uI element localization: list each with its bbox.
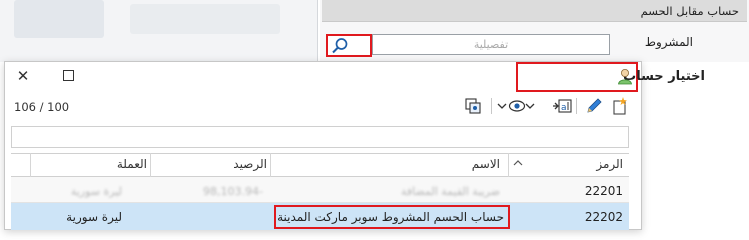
condition-input[interactable]: تفصيلية xyxy=(372,34,610,55)
dialog-title: اختيار حساب xyxy=(623,69,705,84)
section-header: حساب مقابل الحسم xyxy=(322,0,747,22)
cell-code: 22202 xyxy=(584,210,623,224)
view-icon[interactable] xyxy=(507,96,527,116)
background-blurred-block xyxy=(130,4,280,34)
cell-currency: ليرة سورية xyxy=(70,185,122,198)
background-blurred-block xyxy=(14,0,104,38)
cell-currency: ليرة سورية xyxy=(66,210,122,224)
record-counter: 106 / 100 xyxy=(14,100,70,114)
close-button[interactable]: ✕ xyxy=(12,66,34,86)
toolbar-separator xyxy=(491,98,492,114)
column-header-balance[interactable]: الرصيد xyxy=(233,157,267,171)
column-header-currency[interactable]: العملة xyxy=(117,157,147,171)
chevron-down-icon[interactable] xyxy=(497,96,507,116)
edit-icon[interactable] xyxy=(585,96,603,116)
copy-icon[interactable] xyxy=(463,96,483,116)
cell-name: ضريبة القيمة المضافة xyxy=(400,185,500,198)
search-button[interactable] xyxy=(326,34,372,57)
user-account-icon xyxy=(618,69,632,85)
grid-header xyxy=(11,153,629,177)
text-replace-icon[interactable]: a xyxy=(551,96,573,116)
search-icon xyxy=(332,38,348,54)
cell-balance: 98,103.94- xyxy=(203,185,263,198)
close-icon: ✕ xyxy=(16,67,30,85)
toolbar-separator xyxy=(576,98,577,114)
column-header-name[interactable]: الاسم xyxy=(472,157,500,171)
cell-code: 22201 xyxy=(584,184,623,198)
column-header-code[interactable]: الرمز xyxy=(596,157,623,171)
filter-input[interactable] xyxy=(11,126,629,148)
svg-text:a: a xyxy=(561,103,567,113)
condition-label: المشروط xyxy=(644,35,693,49)
new-item-icon[interactable] xyxy=(610,96,630,116)
cell-name: حساب الحسم المشروط سوبر ماركت المدينة xyxy=(277,210,504,224)
sort-ascending-icon[interactable] xyxy=(512,158,524,168)
maximize-button[interactable] xyxy=(62,69,75,81)
